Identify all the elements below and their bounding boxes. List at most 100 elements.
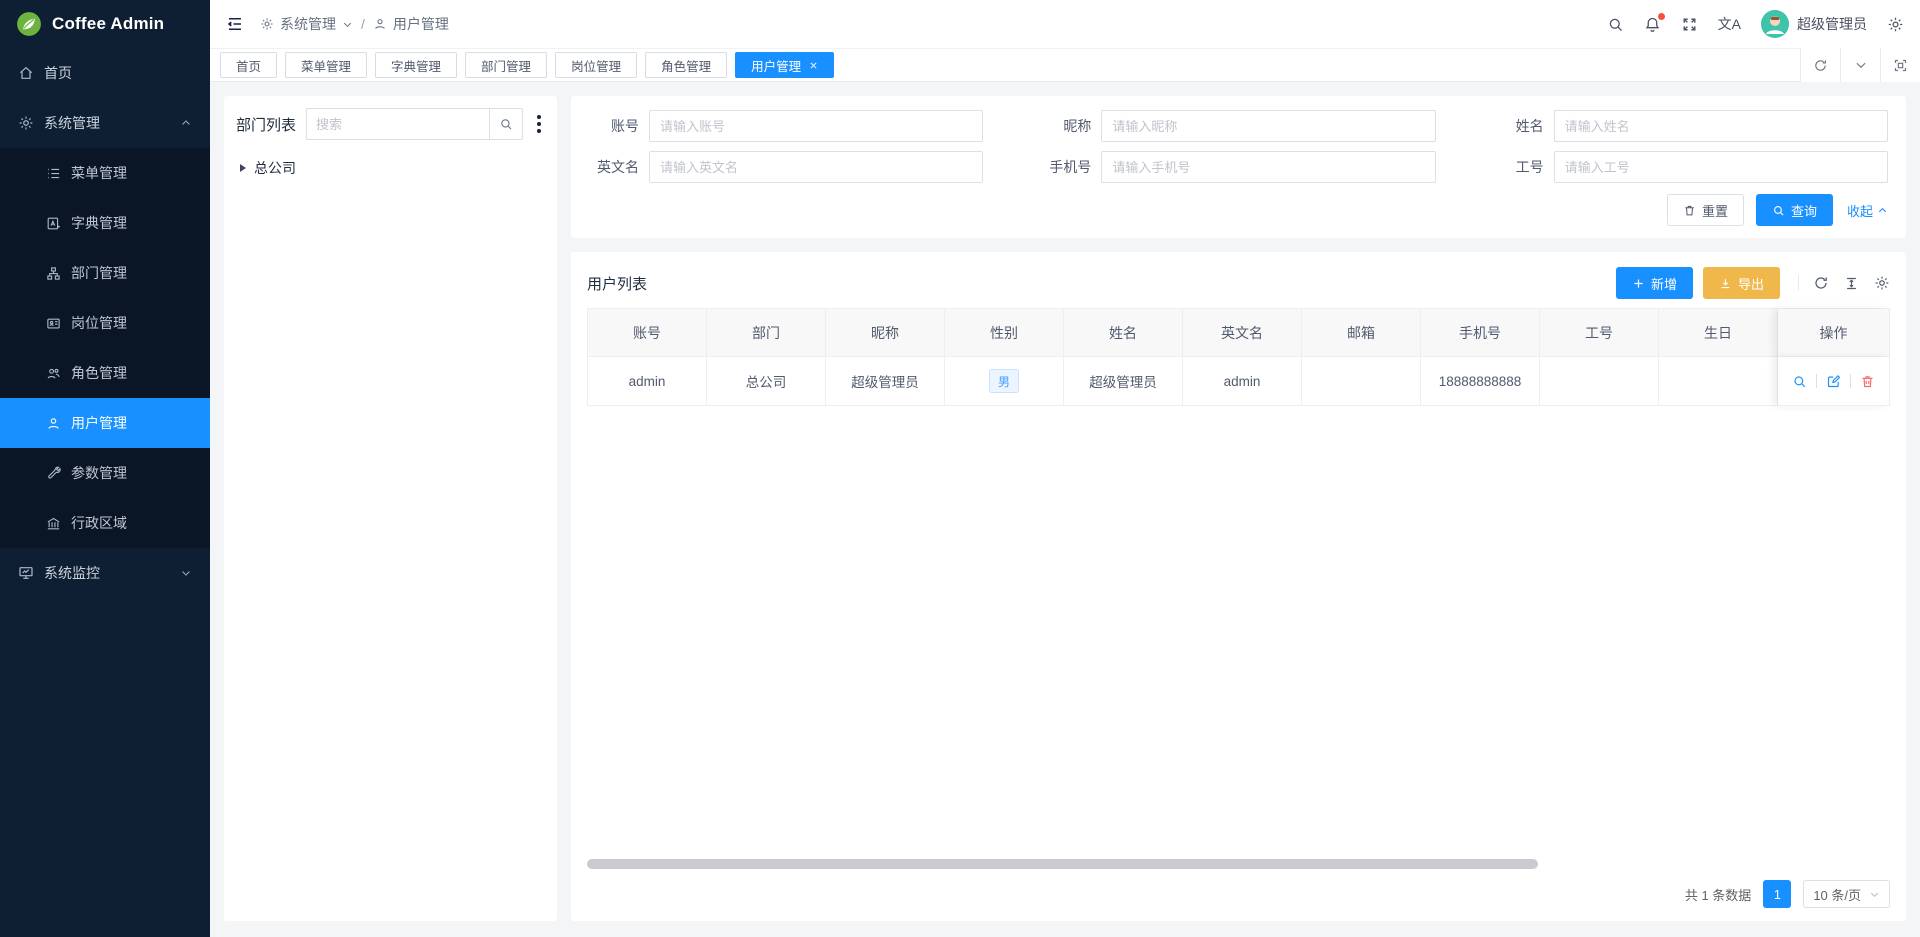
sidebar-item-user-mgmt[interactable]: 用户管理: [0, 398, 210, 448]
fullscreen-icon[interactable]: [1681, 16, 1698, 33]
dept-search-input[interactable]: [306, 108, 489, 140]
horizontal-scrollbar: [587, 859, 1890, 869]
plus-icon: [1632, 277, 1645, 290]
reset-button[interactable]: 重置: [1667, 194, 1744, 226]
add-button[interactable]: 新增: [1616, 267, 1693, 299]
breadcrumb: 系统管理 / 用户管理: [260, 14, 449, 34]
table-empty-space: [587, 406, 1890, 859]
page-size-value: 10 条/页: [1813, 885, 1861, 904]
username: 超级管理员: [1797, 14, 1867, 34]
content: 部门列表 总公司: [210, 82, 1920, 937]
refresh-icon[interactable]: [1813, 275, 1829, 291]
field-phone: 手机号: [1033, 151, 1435, 183]
tab-user-mgmt[interactable]: 用户管理: [735, 52, 834, 78]
tree-node-root[interactable]: 总公司: [236, 154, 545, 182]
field-en-name: 英文名: [581, 151, 983, 183]
tab-label: 部门管理: [481, 56, 531, 75]
en-name-input[interactable]: [649, 151, 983, 183]
close-icon[interactable]: [809, 61, 818, 70]
tab-dept-mgmt[interactable]: 部门管理: [465, 52, 547, 78]
user-menu[interactable]: 超级管理员: [1761, 10, 1867, 38]
breadcrumb-system-mgmt[interactable]: 系统管理: [260, 14, 353, 34]
col-en-name: 英文名: [1183, 309, 1302, 357]
sidebar-item-admin-region[interactable]: 行政区域: [0, 498, 210, 548]
kebab-menu-icon[interactable]: [533, 113, 545, 135]
tab-dict-mgmt[interactable]: 字典管理: [375, 52, 457, 78]
roles-icon: [46, 366, 61, 381]
add-label: 新增: [1651, 274, 1677, 293]
field-nickname: 昵称: [1033, 110, 1435, 142]
cell-name: 超级管理员: [1064, 357, 1183, 406]
dictionary-icon: [46, 216, 61, 231]
filter-actions: 重置 查询 收起: [581, 194, 1888, 226]
translate-icon[interactable]: 文A: [1718, 14, 1741, 34]
tabbar-actions: [1800, 48, 1920, 82]
tab-menu-mgmt[interactable]: 菜单管理: [285, 52, 367, 78]
table-tools: [1798, 275, 1890, 291]
cell-nickname: 超级管理员: [826, 357, 945, 406]
work-no-input[interactable]: [1554, 151, 1888, 183]
page-size-select[interactable]: 10 条/页: [1803, 880, 1890, 908]
name-input[interactable]: [1554, 110, 1888, 142]
field-label: 账号: [581, 116, 639, 136]
account-input[interactable]: [649, 110, 983, 142]
caret-right-icon[interactable]: [240, 164, 246, 172]
dept-search-button[interactable]: [489, 108, 523, 140]
chevron-up-icon: [1877, 205, 1888, 216]
column-settings-gear-icon[interactable]: [1874, 275, 1890, 291]
query-label: 查询: [1791, 201, 1817, 220]
query-button[interactable]: 查询: [1756, 194, 1833, 226]
sidebar-item-role-mgmt[interactable]: 角色管理: [0, 348, 210, 398]
sidebar-item-system-mgmt[interactable]: 系统管理: [0, 98, 210, 148]
app-logo[interactable]: Coffee Admin: [0, 0, 210, 48]
sidebar-item-label: 角色管理: [71, 363, 127, 383]
scrollbar-thumb[interactable]: [587, 859, 1538, 869]
sidebar-item-dict-mgmt[interactable]: 字典管理: [0, 198, 210, 248]
tab-home[interactable]: 首页: [220, 52, 277, 78]
breadcrumb-user-mgmt: 用户管理: [373, 14, 449, 34]
menu-fold-icon[interactable]: [226, 15, 244, 33]
edit-icon[interactable]: [1826, 374, 1841, 389]
tab-label: 菜单管理: [301, 56, 351, 75]
sidebar-submenu-system: 菜单管理 字典管理 部门管理 岗位管理: [0, 148, 210, 548]
sidebar-item-menu-mgmt[interactable]: 菜单管理: [0, 148, 210, 198]
tab-post-mgmt[interactable]: 岗位管理: [555, 52, 637, 78]
sidebar-item-post-mgmt[interactable]: 岗位管理: [0, 298, 210, 348]
tab-role-mgmt[interactable]: 角色管理: [645, 52, 727, 78]
sidebar-item-system-monitor[interactable]: 系统监控: [0, 548, 210, 598]
tab-label: 岗位管理: [571, 56, 621, 75]
nickname-input[interactable]: [1101, 110, 1435, 142]
tab-list: 首页 菜单管理 字典管理 部门管理 岗位管理 角色管理 用户管理: [220, 52, 1800, 78]
line-height-icon[interactable]: [1844, 276, 1859, 291]
download-icon: [1719, 277, 1732, 290]
collapse-toggle[interactable]: 收起: [1847, 201, 1888, 220]
phone-input[interactable]: [1101, 151, 1435, 183]
page-button-1[interactable]: 1: [1763, 880, 1791, 908]
export-button[interactable]: 导出: [1703, 267, 1780, 299]
notification-badge: [1658, 13, 1665, 20]
delete-icon[interactable]: [1860, 374, 1875, 389]
bell-icon[interactable]: [1644, 16, 1661, 33]
sidebar-item-label: 部门管理: [71, 263, 127, 283]
sidebar-item-label: 行政区域: [71, 513, 127, 533]
col-phone: 手机号: [1421, 309, 1540, 357]
field-work-no: 工号: [1486, 151, 1888, 183]
total-count: 共 1 条数据: [1685, 885, 1751, 904]
chevron-down-icon: [342, 19, 353, 30]
divider: [1816, 374, 1817, 388]
chevron-up-icon: [180, 117, 192, 129]
gender-tag: 男: [989, 369, 1019, 393]
refresh-icon[interactable]: [1800, 48, 1840, 82]
settings-gear-icon[interactable]: [1887, 16, 1904, 33]
app-title: Coffee Admin: [52, 14, 164, 34]
sidebar-item-home[interactable]: 首页: [0, 48, 210, 98]
list-icon: [46, 166, 61, 181]
chevron-down-icon[interactable]: [1840, 48, 1880, 82]
maximize-icon[interactable]: [1880, 48, 1920, 82]
sidebar-item-param-mgmt[interactable]: 参数管理: [0, 448, 210, 498]
field-label: 工号: [1486, 157, 1544, 177]
right-column: 账号 昵称 姓名 英文名: [571, 96, 1906, 921]
sidebar-item-dept-mgmt[interactable]: 部门管理: [0, 248, 210, 298]
search-icon[interactable]: [1607, 16, 1624, 33]
view-icon[interactable]: [1792, 374, 1807, 389]
